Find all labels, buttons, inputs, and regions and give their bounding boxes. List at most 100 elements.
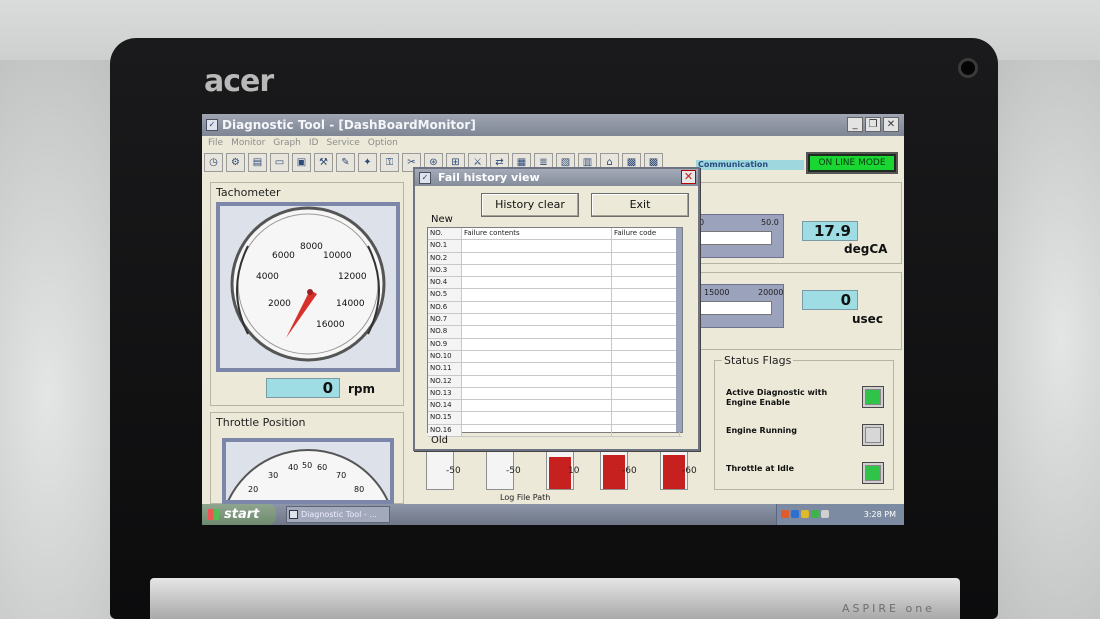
throttle-tick-60: 60 (317, 463, 327, 472)
menu-monitor[interactable]: Monitor (231, 136, 265, 150)
print-icon[interactable]: ▣ (292, 152, 311, 172)
table-row[interactable]: NO.13 (428, 387, 682, 401)
failure-code-cell (612, 240, 680, 252)
exit-button[interactable]: Exit (591, 193, 689, 217)
table-row[interactable]: NO.5 (428, 289, 682, 302)
bar-label-3: 10 (568, 466, 580, 476)
document-icon[interactable]: ▤ (248, 152, 267, 172)
table-row[interactable]: NO.10 (428, 350, 682, 364)
tray-volume-icon[interactable] (821, 510, 829, 518)
minimize-button[interactable]: _ (847, 117, 863, 132)
failure-code-cell (612, 424, 680, 437)
table-row[interactable]: NO.2 (428, 252, 682, 265)
table-row[interactable]: NO.7 (428, 314, 682, 327)
maximize-button[interactable]: ❐ (865, 117, 881, 132)
row-number-cell: NO.11 (428, 363, 462, 375)
table-row[interactable]: NO.3 (428, 264, 682, 278)
dialog-close-button[interactable]: ✕ (681, 170, 696, 184)
flag-label-engine-running: Engine Running (726, 426, 797, 435)
tach-tick-4000: 4000 (256, 272, 279, 282)
table-row[interactable]: NO.8 (428, 326, 682, 339)
close-button[interactable]: ✕ (883, 117, 899, 132)
throttle-title: Throttle Position (216, 416, 306, 429)
row-number-cell: NO.14 (428, 400, 462, 412)
column-header-failure-contents: Failure contents (462, 228, 612, 240)
failure-code-cell (612, 412, 680, 424)
table-row[interactable]: NO.9 (428, 338, 682, 351)
failure-contents-cell (462, 363, 612, 375)
engine-icon[interactable]: ⚒ (314, 152, 333, 172)
failure-contents-cell (462, 375, 612, 387)
key-icon[interactable]: ⚿ (380, 152, 399, 172)
table-row[interactable]: NO.11 (428, 363, 682, 376)
tach-tick-6000: 6000 (272, 251, 295, 261)
fail-history-dialog: ✓ Fail history view ✕ History clear Exit… (413, 167, 700, 451)
window-titlebar[interactable]: ✓ Diagnostic Tool - [DashBoardMonitor] (202, 114, 904, 136)
failure-contents-cell (462, 277, 612, 289)
throttle-tick-20: 20 (248, 485, 258, 494)
table-row[interactable]: NO.6 (428, 301, 682, 315)
table-row[interactable]: NO.4 (428, 277, 682, 290)
row-number-cell: NO.3 (428, 264, 462, 277)
failure-code-cell (612, 252, 680, 264)
table-row[interactable]: NO.12 (428, 375, 682, 388)
clock[interactable]: 3:28 PM (864, 510, 896, 519)
app-icon: ✓ (206, 119, 218, 131)
table-row[interactable]: NO.14 (428, 400, 682, 413)
row-number-cell: NO.15 (428, 412, 462, 424)
tray-update-icon[interactable] (811, 510, 819, 518)
communication-label: Communication (696, 160, 804, 170)
failure-contents-cell (462, 350, 612, 363)
brand-logo: acer (204, 64, 274, 99)
bar-label-5: -60 (682, 466, 697, 476)
failure-contents-cell (462, 301, 612, 314)
throttle-tick-30: 30 (268, 471, 278, 480)
online-mode-button[interactable]: ON LINE MODE (806, 152, 898, 174)
menu-file[interactable]: File (208, 136, 223, 150)
failure-history-table: NO. Failure contents Failure code NO.1 NO… (427, 227, 683, 438)
car-icon[interactable]: ⚙ (226, 152, 245, 172)
rpm-unit: rpm (348, 382, 376, 396)
menu-graph[interactable]: Graph (273, 136, 301, 150)
table-row[interactable]: NO.15 (428, 412, 682, 425)
gauge-icon[interactable]: ◷ (204, 152, 223, 172)
failure-contents-cell (462, 412, 612, 424)
history-clear-button[interactable]: History clear (481, 193, 579, 217)
throttle-dial: 20 30 40 50 60 70 80 (219, 449, 397, 525)
wrench-icon[interactable]: ✎ (336, 152, 355, 172)
flag-indicator-engine-running (862, 424, 884, 446)
table-scrollbar[interactable] (676, 228, 682, 432)
table-row[interactable]: NO.16 (428, 424, 682, 438)
failure-code-cell (612, 289, 680, 301)
failure-contents-cell (462, 338, 612, 350)
dialog-titlebar[interactable]: ✓ Fail history view (415, 169, 698, 186)
throttle-gauge: 20 30 40 50 60 70 80 (219, 438, 397, 525)
flag-indicator-active-diagnostic (862, 386, 884, 408)
flag-fill-throttle-idle (865, 465, 881, 481)
table-row[interactable]: NO.1 (428, 240, 682, 253)
taskbar-app-icon (289, 510, 298, 519)
taskbar-item-diagnostic-tool[interactable]: Diagnostic Tool - ... (286, 506, 390, 523)
row-number-cell: NO.9 (428, 338, 462, 350)
tach-tick-12000: 12000 (338, 272, 367, 282)
throttle-tick-80: 80 (354, 485, 364, 494)
model-label: ASPIRE one (842, 602, 935, 615)
tool-icon[interactable]: ✦ (358, 152, 377, 172)
injection-scale-mid: 15000 (704, 288, 730, 297)
tray-network-icon[interactable] (791, 510, 799, 518)
start-button[interactable]: start (202, 504, 276, 525)
tray-app-icon[interactable] (781, 510, 789, 518)
windows-logo-icon (208, 509, 219, 520)
menu-option[interactable]: Option (368, 136, 398, 150)
failure-contents-cell (462, 252, 612, 264)
flag-fill-active-diagnostic (865, 389, 881, 405)
crank-angle-unit: degCA (844, 242, 888, 256)
rpm-readout: 0 (266, 378, 340, 398)
failure-code-cell (612, 375, 680, 387)
menu-id[interactable]: ID (309, 136, 319, 150)
failure-contents-cell (462, 264, 612, 277)
failure-contents-cell (462, 424, 612, 437)
menu-service[interactable]: Service (326, 136, 359, 150)
tray-security-icon[interactable] (801, 510, 809, 518)
window-icon[interactable]: ▭ (270, 152, 289, 172)
